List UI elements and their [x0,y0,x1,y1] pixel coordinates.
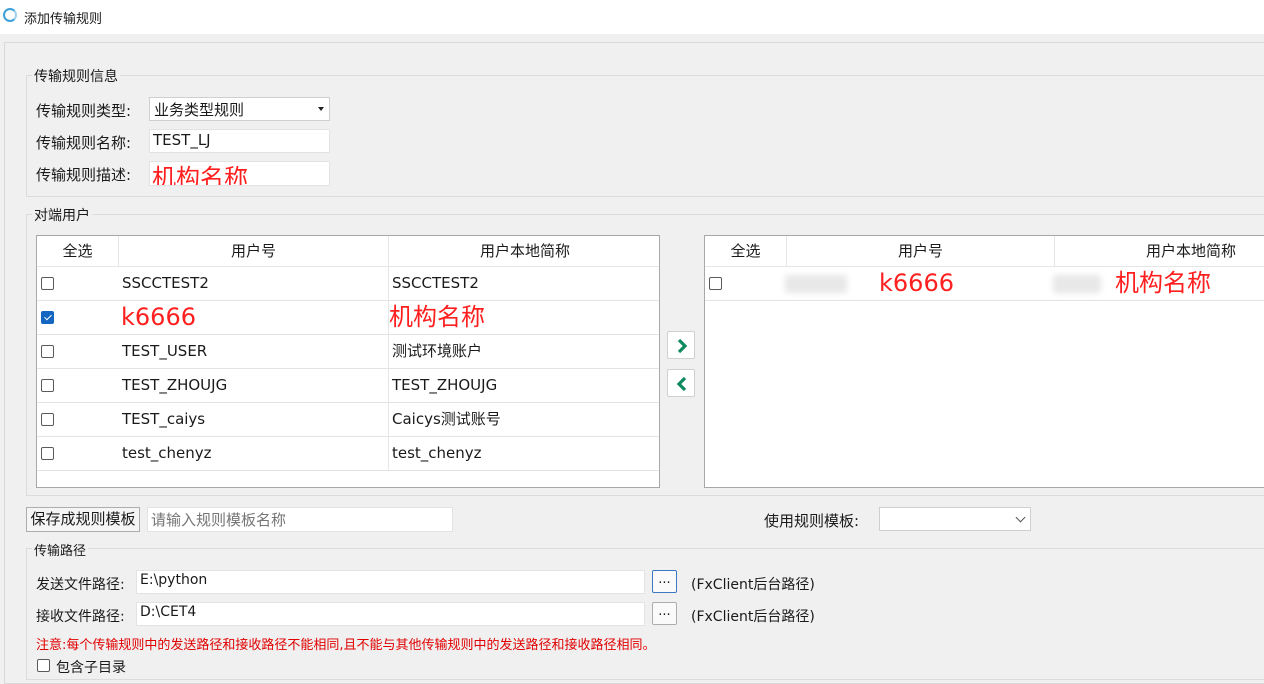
save-as-template-button[interactable]: 保存成规则模板 [26,507,140,532]
browse-send-button[interactable]: ... [652,570,677,593]
row-checkbox[interactable] [41,447,54,460]
local-name-cell: Caicys测试账号 [392,410,501,428]
use-template-select[interactable] [879,507,1031,531]
table-row[interactable]: SSCCTEST2 SSCCTEST2 [37,267,659,301]
header-user-id[interactable]: 用户号 [119,236,389,267]
move-left-button[interactable] [667,369,695,397]
local-name-cell: 测试环境账户 [392,342,483,360]
paths-title: 传输路径 [32,540,89,559]
user-id-value: k6666 [121,303,196,331]
table-row[interactable]: k6666 机构名称 [705,267,1264,301]
local-name-cell: 机构名称 [1115,269,1211,297]
header-local-name[interactable]: 用户本地简称 [389,236,659,267]
path-note: 注意:每个传输规则中的发送路径和接收路径不能相同,且不能与其他传输规则中的发送路… [36,638,656,653]
row-checkbox[interactable] [41,413,54,426]
available-users-table: 全选 用户号 用户本地简称 SSCCTEST2 SSCCTEST2 k6666 … [36,235,660,488]
user-id-cell: TEST_USER [119,335,389,368]
row-checkbox[interactable] [41,345,54,358]
send-path-input[interactable]: E:\python [136,570,645,594]
header-select-all[interactable]: 全选 [705,236,787,267]
dropdown-caret-icon [318,107,324,111]
send-path-hint: (FxClient后台路径) [691,577,815,593]
use-template-label: 使用规则模板: [764,512,860,530]
user-id-cell: k6666 [879,269,954,297]
chevron-down-icon [1015,512,1026,523]
rule-type-label: 传输规则类型: [36,102,132,120]
browse-recv-button[interactable]: ... [652,602,677,625]
user-id-cell: k6666 [119,301,389,334]
send-path-label: 发送文件路径: [36,577,125,593]
local-name-cell: 机构名称 [389,301,659,334]
chevron-right-icon [677,338,688,354]
rule-info-title: 传输规则信息 [32,66,120,86]
rule-desc-label: 传输规则描述: [36,166,132,184]
local-name-cell: TEST_ZHOUJG [392,376,498,394]
selected-users-table: 全选 用户号 用户本地简称 k6666 机构名称 [704,235,1264,488]
user-id-cell: TEST_caiys [119,403,389,436]
rule-type-value: 业务类型规则 [154,101,245,119]
local-name-cell: SSCCTEST2 [392,274,479,292]
header-select-all[interactable]: 全选 [37,236,119,267]
row-checkbox[interactable] [41,311,54,324]
table-row[interactable]: TEST_caiys Caicys测试账号 [37,403,659,437]
table-row[interactable]: test_chenyz test_chenyz [37,437,659,471]
row-checkbox[interactable] [709,277,722,290]
header-local-name[interactable]: 用户本地简称 [1055,236,1264,267]
table-row[interactable]: TEST_USER 测试环境账户 [37,335,659,369]
rule-desc-value: 机构名称 [152,164,248,186]
user-id-cell: SSCCTEST2 [119,267,389,300]
include-subdir-label: 包含子目录 [56,660,126,676]
peer-users-title: 对端用户 [32,205,92,225]
app-icon [3,8,17,22]
recv-path-input[interactable]: D:\CET4 [136,602,645,626]
recv-path-label: 接收文件路径: [36,609,125,625]
redacted-area [1053,275,1101,293]
move-right-button[interactable] [667,331,695,359]
window-title: 添加传输规则 [24,12,103,27]
template-name-input[interactable] [147,507,453,532]
recv-path-hint: (FxClient后台路径) [691,609,815,625]
row-checkbox[interactable] [41,277,54,290]
rule-name-label: 传输规则名称: [36,134,132,152]
redacted-area [785,275,847,293]
include-subdir-checkbox[interactable] [37,659,50,672]
rule-name-input[interactable]: TEST_LJ [149,129,330,153]
user-id-cell: test_chenyz [119,437,389,470]
table-row[interactable]: k6666 机构名称 [37,301,659,335]
table-row[interactable]: TEST_ZHOUJG TEST_ZHOUJG [37,369,659,403]
title-bar: 添加传输规则 [0,0,1264,34]
row-checkbox[interactable] [41,379,54,392]
user-id-cell: TEST_ZHOUJG [119,369,389,402]
rule-type-select[interactable]: 业务类型规则 [149,97,330,121]
header-user-id[interactable]: 用户号 [787,236,1055,267]
local-name-cell: test_chenyz [392,444,482,462]
rule-desc-input[interactable]: 机构名称 [149,161,330,186]
chevron-left-icon [676,376,687,392]
local-name-value: 机构名称 [389,303,485,331]
